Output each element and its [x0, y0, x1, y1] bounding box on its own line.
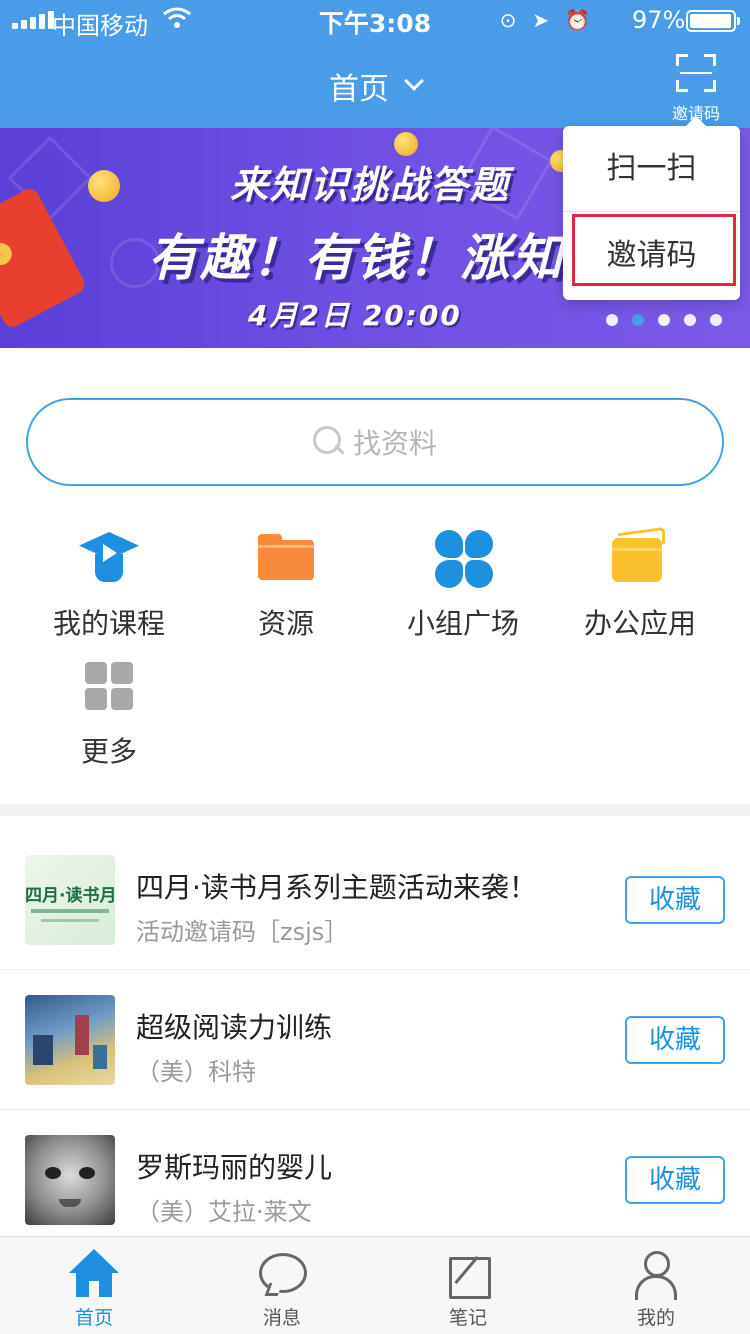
message-icon [257, 1249, 307, 1299]
list-item[interactable]: 四月·读书月 四月·读书月系列主题活动来袭！ 活动邀请码［zsjs］ 收藏 [0, 830, 750, 970]
alarm-icon: ⏰ [565, 8, 590, 32]
shortcut-label: 资源 [257, 607, 314, 640]
tab-notes[interactable]: 笔记 [398, 1237, 538, 1334]
favorite-button[interactable]: 收藏 [625, 1156, 725, 1204]
item-title: 超级阅读力训练 [136, 1011, 333, 1044]
tab-me[interactable]: 我的 [586, 1237, 726, 1334]
chevron-down-icon [404, 71, 424, 91]
thumbnail-text: 四月·读书月 [25, 886, 115, 906]
tab-messages[interactable]: 消息 [212, 1237, 352, 1334]
coin-icon [88, 170, 120, 202]
item-subtitle: （美）科特 [136, 1058, 256, 1086]
battery-icon [686, 10, 740, 32]
tab-bar: 首页 消息 笔记 我的 [0, 1236, 750, 1334]
item-subtitle: （美）艾拉·莱文 [136, 1198, 312, 1226]
shortcut-more[interactable]: 更多 [20, 656, 198, 770]
thumbnail [25, 1135, 115, 1225]
section-divider [0, 804, 750, 816]
highlight-box [572, 214, 736, 286]
wallet-icon [610, 528, 670, 588]
favorite-button[interactable]: 收藏 [625, 876, 725, 924]
item-title: 罗斯玛丽的婴儿 [136, 1151, 333, 1184]
scan-invite-button[interactable]: 邀请码 [668, 52, 724, 123]
menu-item-scan[interactable]: 扫一扫 [563, 126, 740, 212]
group-icon [433, 528, 493, 588]
thumbnail [25, 995, 115, 1085]
shortcut-label: 更多 [80, 735, 137, 768]
thumbnail: 四月·读书月 [25, 855, 115, 945]
page-title-dropdown[interactable]: 首页 [0, 64, 750, 108]
shortcut-label: 小组广场 [406, 607, 519, 640]
carousel-dot[interactable] [710, 314, 722, 326]
tab-home[interactable]: 首页 [24, 1237, 164, 1334]
search-placeholder: 找资料 [352, 427, 437, 460]
location-icon: ➤ [532, 8, 550, 32]
tab-label: 笔记 [448, 1307, 487, 1329]
coin-icon [394, 132, 418, 156]
shortcut-label: 我的课程 [52, 607, 165, 640]
grid-icon [79, 656, 139, 716]
tab-label: 我的 [636, 1307, 675, 1329]
shortcut-group-square[interactable]: 小组广场 [374, 528, 552, 642]
item-title: 四月·读书月系列主题活动来袭！ [136, 871, 537, 904]
banner-date: 4月2日 20:00 [248, 299, 462, 332]
page-title: 首页 [329, 72, 389, 107]
carousel-dot[interactable] [632, 314, 644, 326]
carousel-dot[interactable] [606, 314, 618, 326]
item-subtitle: 活动邀请码［zsjs］ [136, 918, 349, 946]
list-item[interactable]: 超级阅读力训练 （美）科特 收藏 [0, 970, 750, 1110]
scan-icon [676, 54, 716, 92]
shortcut-resources[interactable]: 资源 [197, 528, 375, 642]
user-icon [631, 1249, 681, 1300]
status-icons: ⊙ ➤ ⏰ [500, 8, 590, 32]
top-bar: 中国移动 下午3:08 ⊙ ➤ ⏰ 97% 首页 邀请码 [0, 0, 750, 128]
folder-icon [256, 528, 316, 588]
rotation-lock-icon: ⊙ [499, 8, 517, 32]
tab-label: 消息 [262, 1307, 301, 1329]
carousel-dot[interactable] [684, 314, 696, 326]
list-item[interactable]: 罗斯玛丽的婴儿 （美）艾拉·莱文 收藏 [0, 1110, 750, 1250]
search-icon [312, 426, 345, 458]
red-envelope-icon [0, 185, 88, 331]
status-bar: 中国移动 下午3:08 ⊙ ➤ ⏰ 97% [0, 0, 750, 40]
shortcut-my-courses[interactable]: 我的课程 [20, 528, 198, 642]
banner-headline: 来知识挑战答题 [230, 163, 511, 207]
home-icon [69, 1249, 119, 1299]
note-icon [443, 1249, 493, 1299]
graduation-cap-icon [79, 528, 139, 588]
carousel-dot[interactable] [658, 314, 670, 326]
shortcut-label: 办公应用 [583, 607, 696, 640]
banner-tagline: 有趣！有钱！涨知识 [148, 229, 616, 287]
shortcut-office-apps[interactable]: 办公应用 [551, 528, 729, 642]
carousel-dots[interactable] [606, 314, 722, 326]
tab-label: 首页 [74, 1307, 113, 1329]
search-input[interactable]: 找资料 [26, 398, 724, 486]
battery-percent: 97% [632, 6, 686, 34]
favorite-button[interactable]: 收藏 [625, 1016, 725, 1064]
